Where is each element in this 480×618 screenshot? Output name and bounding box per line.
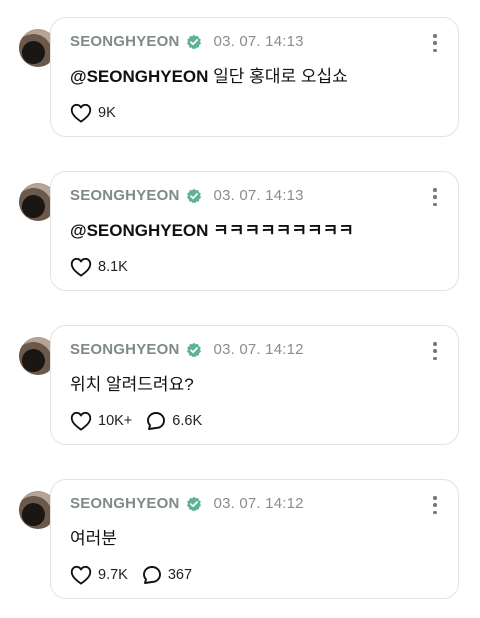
post-actions: 9K	[70, 103, 116, 123]
post-body: 여러분	[70, 529, 117, 548]
post-header: SEONGHYEON 03. 07. 14:12	[70, 495, 304, 512]
post-feed: SEONGHYEON 03. 07. 14:13 @SEONGHYEON 일단 …	[0, 0, 480, 618]
post-text: @SEONGHYEON 일단 홍대로 오십쇼	[70, 62, 348, 87]
like-button[interactable]: 9K	[70, 103, 116, 123]
more-vertical-icon[interactable]	[432, 34, 438, 52]
post-body: ㅋㅋㅋㅋㅋㅋㅋㅋㅋ	[213, 221, 354, 240]
like-button[interactable]: 10K+	[70, 411, 132, 431]
timestamp: 03. 07. 14:13	[213, 33, 304, 50]
post-header: SEONGHYEON 03. 07. 14:12	[70, 341, 304, 358]
post-actions: 8.1K	[70, 257, 128, 277]
post-text: @SEONGHYEON ㅋㅋㅋㅋㅋㅋㅋㅋㅋ	[70, 216, 354, 241]
timestamp: 03. 07. 14:12	[213, 495, 304, 512]
more-vertical-icon[interactable]	[432, 496, 438, 514]
post-body: 일단 홍대로 오십쇼	[213, 67, 348, 86]
speech-bubble-icon	[147, 412, 166, 430]
heart-icon	[70, 411, 92, 431]
author-name[interactable]: SEONGHYEON	[70, 495, 180, 512]
like-count: 9K	[98, 105, 116, 121]
author-name[interactable]: SEONGHYEON	[70, 187, 180, 204]
timestamp: 03. 07. 14:12	[213, 341, 304, 358]
post-actions: 9.7K 367	[70, 565, 192, 585]
mention-link[interactable]: @SEONGHYEON	[70, 67, 208, 86]
reply-count: 6.6K	[172, 413, 203, 429]
post-actions: 10K+ 6.6K	[70, 411, 202, 431]
verified-badge-icon	[186, 34, 202, 50]
post-bubble: SEONGHYEON 03. 07. 14:13 @SEONGHYEON ㅋㅋㅋ…	[50, 171, 459, 291]
post-bubble: SEONGHYEON 03. 07. 14:12 여러분 9.7K 367	[50, 479, 459, 599]
post-header: SEONGHYEON 03. 07. 14:13	[70, 187, 304, 204]
author-name[interactable]: SEONGHYEON	[70, 33, 180, 50]
reply-button[interactable]: 6.6K	[146, 411, 202, 431]
heart-icon	[70, 103, 92, 123]
heart-icon	[70, 565, 92, 585]
author-name[interactable]: SEONGHYEON	[70, 341, 180, 358]
post-bubble: SEONGHYEON 03. 07. 14:12 위치 알려드려요? 10K+ …	[50, 325, 459, 445]
like-button[interactable]: 9.7K	[70, 565, 128, 585]
like-count: 8.1K	[98, 259, 128, 275]
more-vertical-icon[interactable]	[432, 188, 438, 206]
mention-link[interactable]: @SEONGHYEON	[70, 221, 208, 240]
heart-icon	[70, 257, 92, 277]
post-text: 위치 알려드려요?	[70, 370, 194, 395]
like-count: 10K+	[98, 413, 133, 429]
post-bubble: SEONGHYEON 03. 07. 14:13 @SEONGHYEON 일단 …	[50, 17, 459, 137]
timestamp: 03. 07. 14:13	[213, 187, 304, 204]
post-header: SEONGHYEON 03. 07. 14:13	[70, 33, 304, 50]
reply-count: 367	[167, 567, 193, 583]
like-button[interactable]: 8.1K	[70, 257, 128, 277]
speech-bubble-icon	[142, 566, 161, 584]
post-body: 위치 알려드려요?	[70, 375, 194, 394]
verified-badge-icon	[186, 342, 202, 358]
verified-badge-icon	[186, 496, 202, 512]
post-text: 여러분	[70, 524, 117, 549]
like-count: 9.7K	[98, 567, 128, 583]
more-vertical-icon[interactable]	[432, 342, 438, 360]
verified-badge-icon	[186, 188, 202, 204]
reply-button[interactable]: 367	[142, 565, 192, 585]
